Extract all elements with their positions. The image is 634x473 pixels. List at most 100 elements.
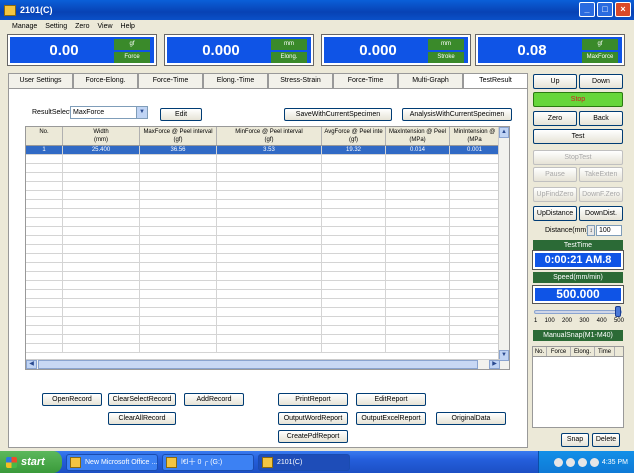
tab-test-result[interactable]: TestResult [463, 73, 528, 88]
table-row-empty[interactable] [26, 317, 500, 326]
close-button[interactable]: × [615, 2, 631, 17]
table-cell-empty [450, 272, 500, 280]
table-row-empty[interactable] [26, 164, 500, 173]
menu-setting[interactable]: Setting [45, 23, 67, 30]
table-cell-empty [450, 200, 500, 208]
test-button[interactable]: Test [533, 129, 623, 144]
scroll-thumb[interactable] [38, 360, 478, 369]
table-row[interactable]: 1 25.400 36.56 3.53 19.32 0.014 0.001 [26, 146, 500, 155]
maximize-button[interactable]: □ [597, 2, 613, 17]
tab-force-elong[interactable]: Force-Elong. [73, 73, 138, 88]
edit-report-button[interactable]: EditReport [356, 393, 426, 406]
tab-force-time[interactable]: Force-Time [138, 73, 203, 88]
table-row-empty[interactable] [26, 272, 500, 281]
table-row-empty[interactable] [26, 209, 500, 218]
stop-button[interactable]: Stop [533, 92, 623, 107]
tab-stress-strain[interactable]: Stress-Strain [268, 73, 333, 88]
distance-input[interactable]: 100 [596, 225, 622, 236]
up-distance-button[interactable]: UpDistance [533, 206, 577, 221]
vertical-scrollbar[interactable]: ▲ ▼ [498, 127, 509, 369]
distance-spinner-icon[interactable]: ↕ [587, 225, 595, 236]
table-row-empty[interactable] [26, 218, 500, 227]
speed-slider-thumb[interactable] [615, 306, 622, 317]
table-cell-empty [386, 344, 450, 352]
open-record-button[interactable]: OpenRecord [42, 393, 102, 406]
clear-all-record-button[interactable]: ClearAllRecord [108, 412, 176, 425]
speed-slider-track[interactable] [534, 310, 622, 314]
minimize-button[interactable]: _ [579, 2, 595, 17]
network-icon[interactable] [565, 457, 575, 467]
up-button[interactable]: Up [533, 74, 577, 89]
taskbar-item-office[interactable]: New Microsoft Office ... [66, 453, 158, 471]
down-dist-button[interactable]: DownDist. [579, 206, 623, 221]
take-exten-button[interactable]: TakeExten [579, 167, 623, 182]
table-row-empty[interactable] [26, 281, 500, 290]
analysis-with-current-specimen-button[interactable]: AnalysisWithCurrentSpecimen [402, 108, 512, 121]
add-record-button[interactable]: AddRecord [184, 393, 244, 406]
table-cell-empty [450, 317, 500, 325]
original-data-button[interactable]: OriginalData [436, 412, 506, 425]
table-row-empty[interactable] [26, 227, 500, 236]
print-report-button[interactable]: PrintReport [278, 393, 348, 406]
back-button[interactable]: Back [579, 111, 623, 126]
table-row-empty[interactable] [26, 200, 500, 209]
pause-button[interactable]: Pause [533, 167, 577, 182]
start-button[interactable]: start [0, 451, 62, 473]
result-select-dropdown[interactable]: MaxForce ▼ [70, 106, 148, 119]
result-table[interactable]: No. Width (mm) MaxForce @ Peel interval (g… [25, 126, 510, 370]
table-row-empty[interactable] [26, 236, 500, 245]
scroll-up-icon[interactable]: ▲ [499, 127, 509, 138]
tab-user-settings[interactable]: User Settings [8, 73, 73, 88]
create-pdf-report-button[interactable]: CreatePdfReport [278, 430, 348, 443]
up-find-zero-button[interactable]: UpFindZero [533, 187, 577, 202]
table-row-empty[interactable] [26, 299, 500, 308]
taskbar-item-app[interactable]: 2101(C) [258, 453, 350, 471]
zero-button[interactable]: Zero [533, 111, 577, 126]
clear-select-record-button[interactable]: ClearSelectRecord [108, 393, 176, 406]
down-button[interactable]: Down [579, 74, 623, 89]
taskbar-item-drive[interactable]: ǀ€ǀ十 0 ┌ (G:) [162, 453, 254, 471]
output-word-report-button[interactable]: OutputWordReport [278, 412, 348, 425]
table-row-empty[interactable] [26, 263, 500, 272]
table-row-empty[interactable] [26, 173, 500, 182]
save-with-current-specimen-button[interactable]: SaveWithCurrentSpecimen [284, 108, 392, 121]
menu-zero[interactable]: Zero [75, 23, 89, 30]
menu-help[interactable]: Help [121, 23, 135, 30]
table-row-empty[interactable] [26, 155, 500, 164]
snap-button[interactable]: Snap [561, 433, 589, 447]
output-excel-report-button[interactable]: OutputExcelReport [356, 412, 426, 425]
menu-manage[interactable]: Manage [12, 23, 37, 30]
volume-icon[interactable] [577, 457, 587, 467]
edit-button[interactable]: Edit [160, 108, 202, 121]
table-cell-empty [386, 200, 450, 208]
snap-table[interactable]: No. Force Elong. Time [532, 346, 624, 428]
table-cell-empty [322, 191, 386, 199]
table-row-empty[interactable] [26, 326, 500, 335]
table-cell-empty [322, 299, 386, 307]
menu-view[interactable]: View [98, 23, 113, 30]
horizontal-scrollbar[interactable]: ◀ ▶ [26, 359, 500, 369]
table-row-empty[interactable] [26, 308, 500, 317]
scroll-left-icon[interactable]: ◀ [26, 360, 37, 369]
table-row-empty[interactable] [26, 254, 500, 263]
security-icon[interactable] [589, 457, 599, 467]
delete-button[interactable]: Delete [592, 433, 620, 447]
table-row-empty[interactable] [26, 344, 500, 353]
help-icon[interactable] [553, 457, 563, 467]
scroll-down-icon[interactable]: ▼ [499, 350, 509, 361]
table-row-empty[interactable] [26, 191, 500, 200]
down-f-zero-button[interactable]: DownF.Zero [579, 187, 623, 202]
table-row-empty[interactable] [26, 245, 500, 254]
scroll-right-icon[interactable]: ▶ [489, 360, 500, 369]
table-cell-empty [217, 173, 322, 181]
tab-multi-graph[interactable]: Multi-Graph [398, 73, 463, 88]
table-row-empty[interactable] [26, 290, 500, 299]
chevron-down-icon[interactable]: ▼ [136, 107, 147, 118]
tab-force-time-2[interactable]: Force-Time [333, 73, 398, 88]
table-row-empty[interactable] [26, 182, 500, 191]
table-row-empty[interactable] [26, 335, 500, 344]
tab-elong-time[interactable]: Elong.-Time [203, 73, 268, 88]
header-maxforce: MaxForce @ Peel interval (gf) [140, 127, 217, 145]
stop-test-button[interactable]: StopTest [533, 150, 623, 165]
table-cell-empty [140, 164, 217, 172]
